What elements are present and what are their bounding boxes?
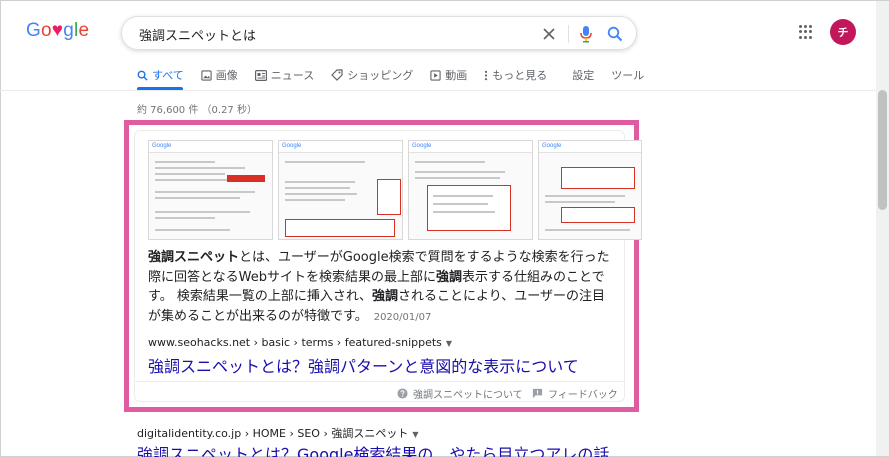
result-title-link[interactable]: 強調スニペットとは？強調パターンと意図的な表示について — [148, 353, 579, 377]
snippet-text: 強調スニペットとは、ユーザーがGoogle検索で質問をするような検索を行った際に… — [148, 250, 610, 324]
search-input[interactable]: 強調スニペットとは — [139, 25, 256, 44]
search-box[interactable]: 強調スニペットとは — [121, 16, 637, 50]
snippet-footer: 強調スニペットについて フィードバック — [135, 381, 624, 401]
header-divider — [0, 90, 889, 91]
result-cite[interactable]: digitalidentity.co.jp › HOME › SEO › 強調ス… — [137, 425, 419, 441]
tab-shopping[interactable]: ショッピング — [331, 67, 413, 83]
thumbnail-image[interactable]: Google — [538, 140, 642, 240]
tab-tools[interactable]: ツール — [611, 67, 644, 83]
more-vert-icon — [484, 70, 488, 81]
clear-icon[interactable] — [539, 24, 559, 44]
account-avatar[interactable]: チ — [830, 19, 856, 45]
result-title-link[interactable]: 強調スニペットとは？Google検索結果の やたら目立つアレの話 — [137, 441, 609, 457]
help-icon — [397, 388, 408, 399]
about-snippets-link[interactable]: 強調スニペットについて — [397, 386, 523, 401]
video-icon — [430, 69, 441, 81]
result-cite[interactable]: www.seohacks.net › basic › terms › featu… — [148, 336, 452, 349]
thumbnail-image[interactable]: Google — [278, 140, 403, 240]
search-divider — [568, 25, 569, 43]
tab-videos[interactable]: 動画 — [430, 67, 467, 83]
snippet-date: 2020/01/07 — [373, 311, 432, 323]
snippet-thumbnails: Google Google Google Google — [148, 140, 642, 240]
feedback-icon — [532, 388, 543, 399]
search-icon[interactable] — [605, 24, 625, 44]
tab-more[interactable]: もっと見る — [484, 67, 547, 83]
caret-down-icon[interactable]: ▼ — [446, 339, 452, 348]
scrollbar-thumb[interactable] — [878, 90, 887, 210]
result-stats: 約 76,600 件 （0.27 秒） — [137, 105, 257, 116]
thumbnail-image[interactable]: Google — [408, 140, 533, 240]
image-icon — [201, 69, 212, 81]
scrollbar-track[interactable] — [876, 1, 889, 456]
news-icon — [254, 69, 267, 81]
tab-images[interactable]: 画像 — [201, 67, 238, 83]
search-icon — [137, 70, 148, 81]
tab-all[interactable]: すべて — [137, 67, 184, 83]
thumbnail-image[interactable]: Google — [148, 140, 273, 240]
feedback-link[interactable]: フィードバック — [532, 386, 618, 401]
apps-grid-icon[interactable] — [799, 25, 813, 39]
featured-snippet: Google Google Google Google 強調スニペットとは、ユー… — [134, 130, 642, 402]
caret-down-icon[interactable]: ▼ — [412, 430, 418, 439]
tab-news[interactable]: ニュース — [254, 67, 314, 83]
voice-search-icon[interactable] — [576, 24, 596, 44]
search-tabs: すべて 画像 ニュース ショッピング 動画 もっと見る 設定 ツール — [137, 67, 661, 83]
tab-settings[interactable]: 設定 — [572, 67, 594, 83]
google-logo[interactable]: Go♥gle — [26, 20, 89, 42]
tag-icon — [331, 69, 343, 81]
